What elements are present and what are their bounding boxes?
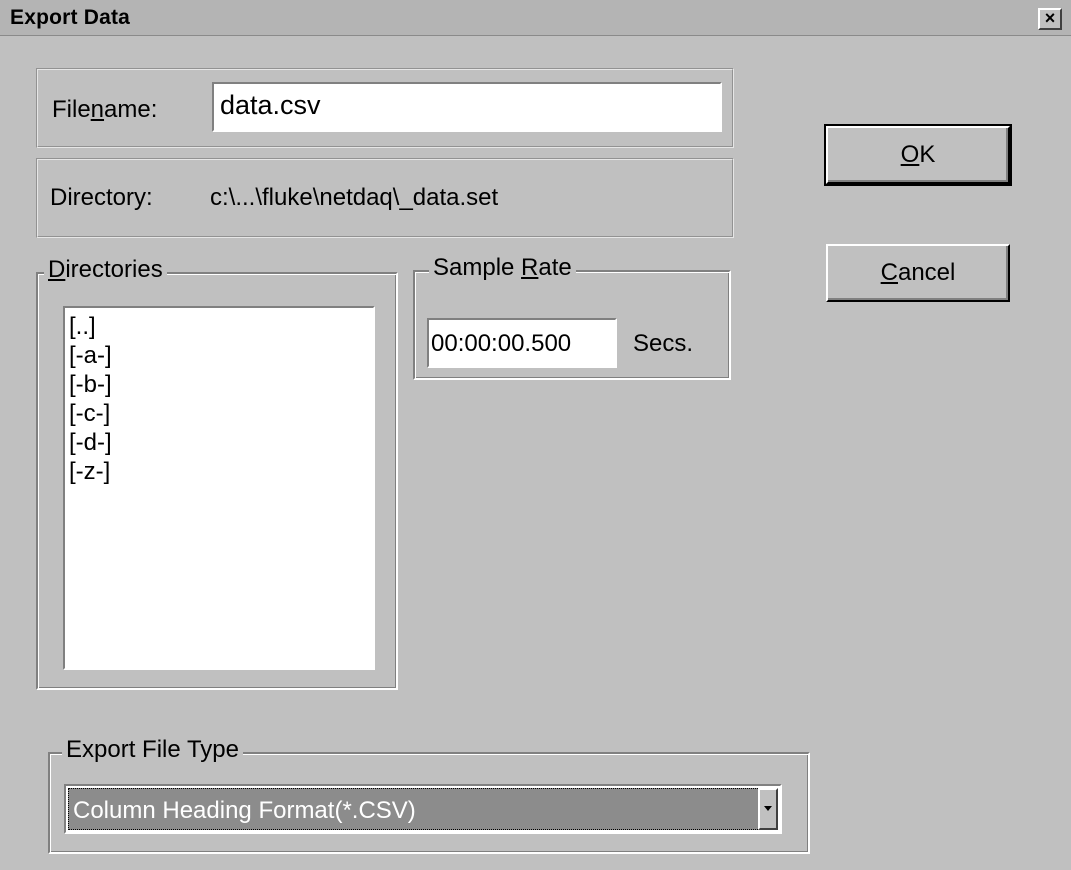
close-button[interactable]: × [1038,8,1062,30]
directory-label: Directory: [50,184,153,211]
directories-list[interactable]: [..] [-a-] [-b-] [-c-] [-d-] [-z-] [63,306,375,670]
sample-rate-unit: Secs. [633,330,694,357]
list-item[interactable]: [..] [67,312,371,341]
cancel-button[interactable]: Cancel [826,244,1010,302]
chevron-down-icon[interactable] [758,788,778,830]
sample-rate-caption: Sample Rate [429,254,576,282]
sample-rate-group: Sample Rate 00:00:00.500 Secs. [413,254,731,380]
ok-button[interactable]: OK [824,124,1012,186]
directories-caption: Directories [44,256,167,284]
list-item[interactable]: [-a-] [67,341,371,370]
filename-panel: Filename: data.csv [36,68,734,148]
list-item[interactable]: [-b-] [67,370,371,399]
export-file-type-group: Export File Type Column Heading Format(*… [48,736,810,854]
list-item[interactable]: [-d-] [67,428,371,457]
sample-rate-input[interactable]: 00:00:00.500 [427,318,617,368]
filename-input[interactable]: data.csv [212,82,722,132]
export-data-dialog: Export Data × Filename: data.csv Directo… [0,0,1071,870]
list-item[interactable]: [-c-] [67,399,371,428]
directories-group: Directories [..] [-a-] [-b-] [-c-] [-d-]… [36,256,398,690]
export-file-type-caption: Export File Type [62,736,243,764]
list-item[interactable]: [-z-] [67,457,371,486]
export-file-type-value[interactable]: Column Heading Format(*.CSV) [68,788,760,830]
window-title: Export Data [10,6,131,29]
filename-label: Filename: [52,96,158,123]
title-bar[interactable]: Export Data × [0,0,1071,36]
directory-path: c:\...\fluke\netdaq\_data.set [210,184,499,211]
directory-panel: Directory: c:\...\fluke\netdaq\_data.set [36,158,734,238]
close-icon: × [1044,8,1056,28]
export-file-type-select[interactable]: Column Heading Format(*.CSV) [64,784,782,834]
